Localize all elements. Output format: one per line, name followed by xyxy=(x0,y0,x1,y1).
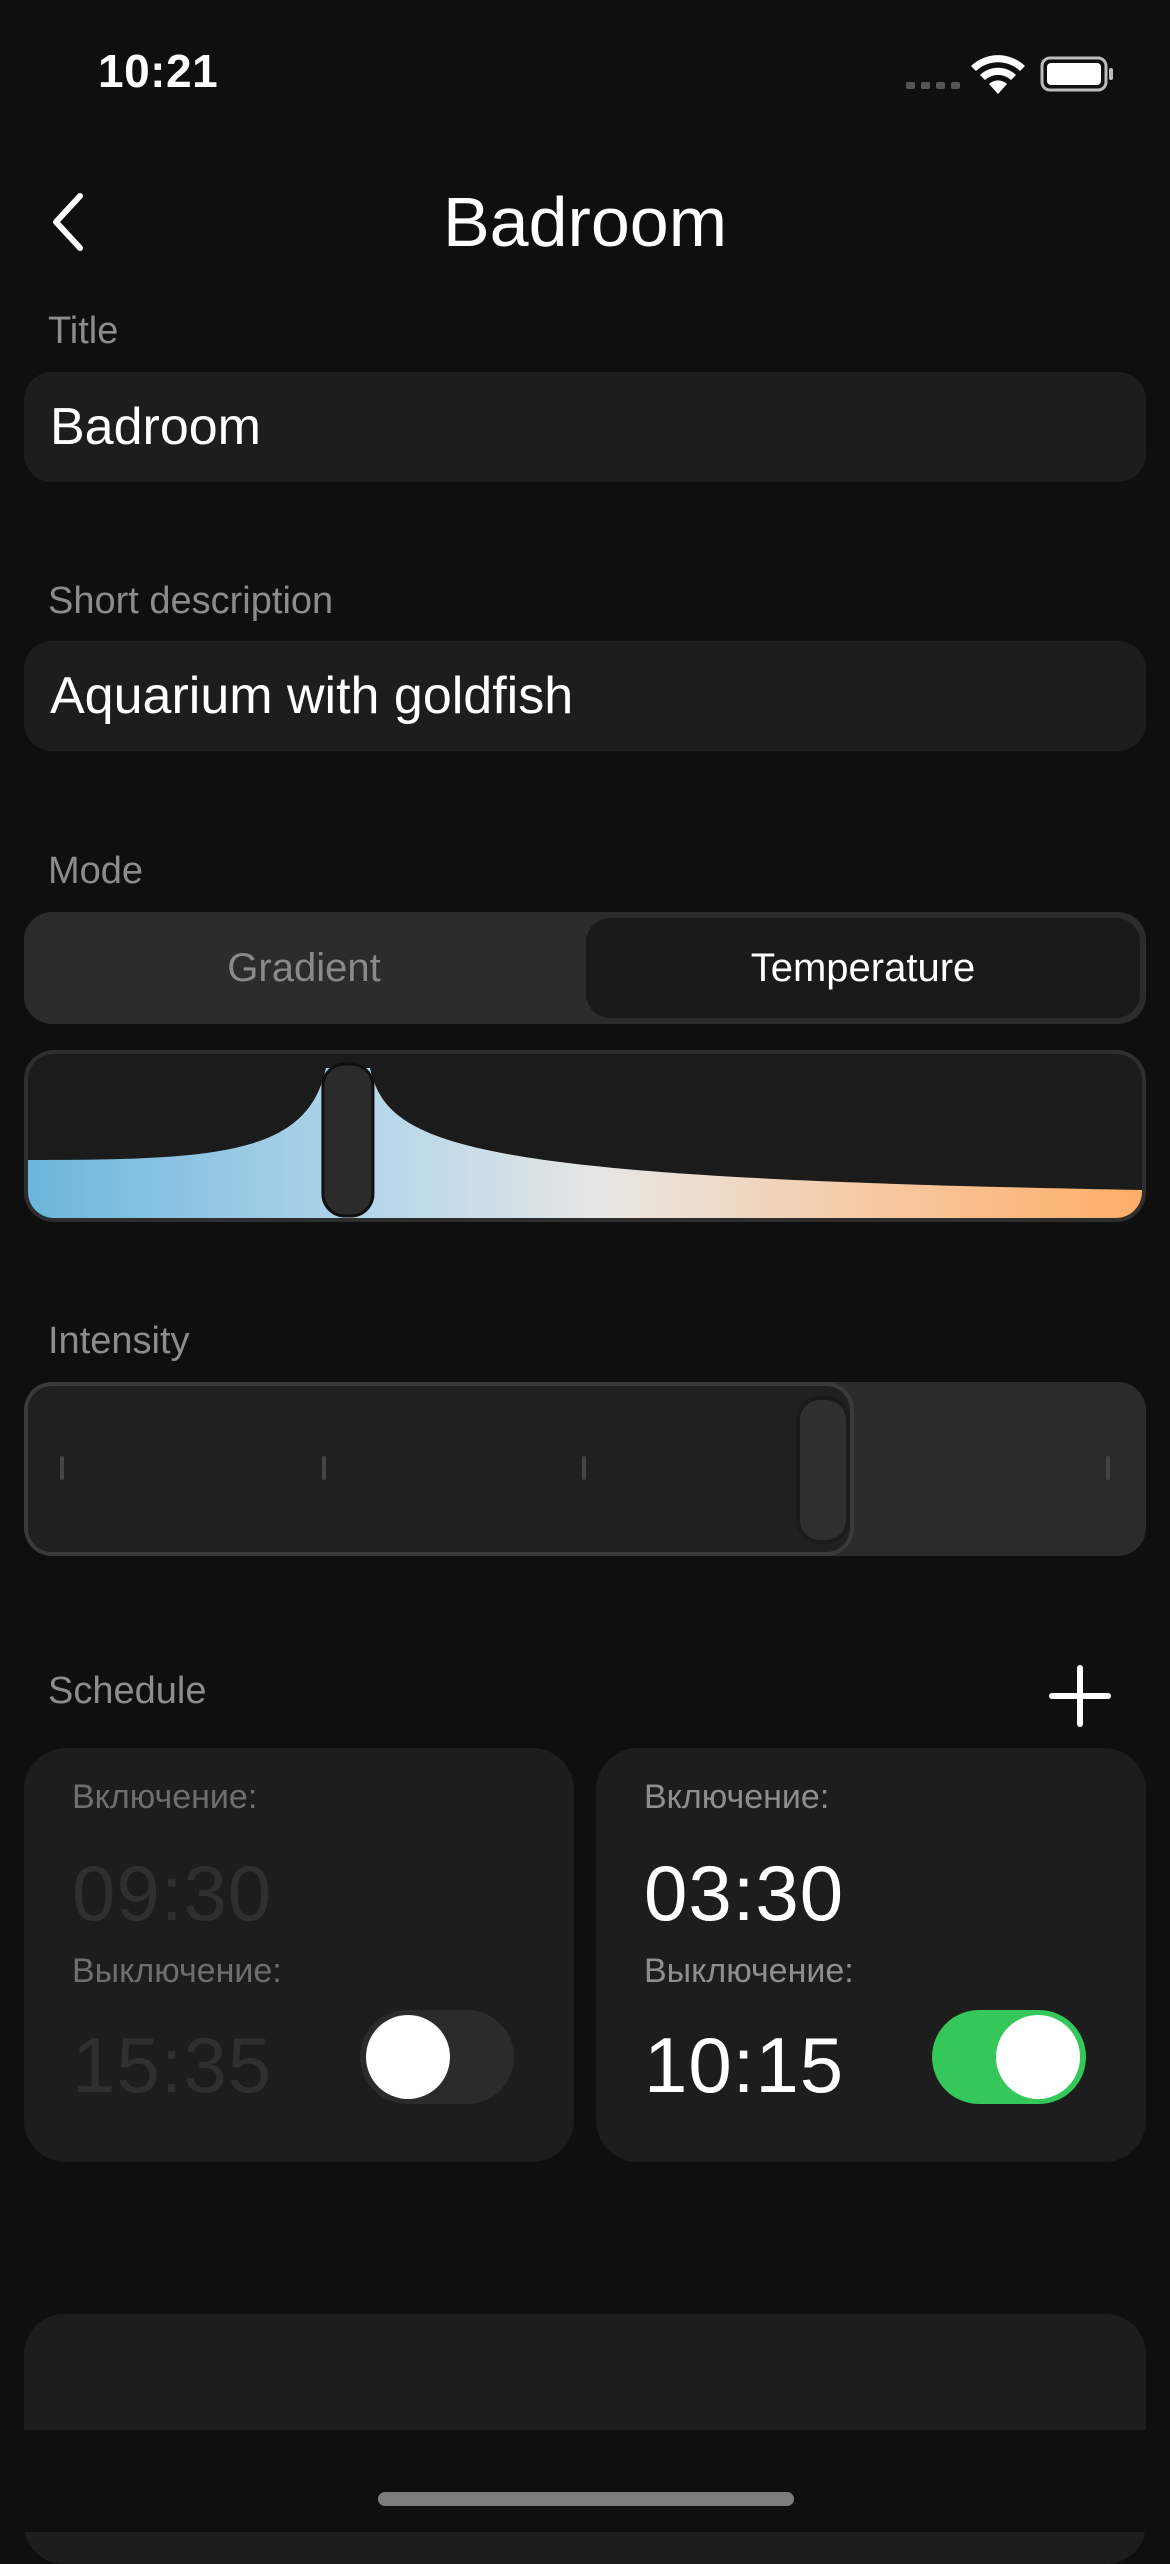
battery-icon xyxy=(1040,56,1113,92)
title-input[interactable]: Badroom xyxy=(24,372,1146,482)
cellular-signal-icon xyxy=(906,82,960,90)
schedule-label: Schedule xyxy=(48,1670,207,1712)
off-time: 15:35 xyxy=(72,2021,273,2109)
page-title: Badroom xyxy=(442,183,728,261)
mode-option-gradient[interactable]: Gradient xyxy=(24,912,584,1024)
on-label: Включение: xyxy=(644,1778,830,1816)
off-time: 10:15 xyxy=(644,2021,845,2109)
schedule-card[interactable]: Включение: 03:30 Выключение: 10:15 xyxy=(596,1748,1146,2162)
intensity-label: Intensity xyxy=(48,1320,190,1362)
temperature-gradient xyxy=(28,1062,1142,1218)
intensity-tick xyxy=(60,1456,64,1480)
on-time: 03:30 xyxy=(644,1849,845,1937)
home-indicator xyxy=(378,2492,794,2506)
short-description-label: Short description xyxy=(48,580,334,622)
on-time: 09:30 xyxy=(72,1849,273,1937)
short-description-input[interactable]: Aquarium with goldfish xyxy=(24,641,1146,751)
mode-segmented-control: Gradient Temperature xyxy=(24,912,1146,1024)
off-label: Выключение: xyxy=(644,1952,854,1990)
intensity-tick xyxy=(322,1456,326,1480)
wifi-icon xyxy=(971,55,1025,94)
schedule-card[interactable]: Включение: 09:30 Выключение: 15:35 xyxy=(24,1748,574,2162)
bottom-safe-area xyxy=(0,2430,1170,2532)
status-time: 10:21 xyxy=(98,45,219,97)
intensity-tick xyxy=(1106,1456,1110,1480)
toggle-knob xyxy=(366,2015,450,2099)
intensity-tick xyxy=(582,1456,586,1480)
intensity-knob[interactable] xyxy=(796,1396,850,1544)
intensity-slider[interactable] xyxy=(24,1382,1146,1556)
schedule-toggle[interactable] xyxy=(360,2010,514,2104)
off-label: Выключение: xyxy=(72,1952,282,1990)
mode-option-temperature[interactable]: Temperature xyxy=(586,918,1140,1018)
on-label: Включение: xyxy=(72,1778,258,1816)
toggle-knob xyxy=(996,2015,1080,2099)
title-label: Title xyxy=(48,310,119,352)
mode-label: Mode xyxy=(48,850,144,892)
intensity-fill xyxy=(24,1382,854,1556)
temperature-slider[interactable] xyxy=(24,1050,1146,1222)
schedule-toggle[interactable] xyxy=(932,2010,1086,2104)
add-schedule-icon[interactable] xyxy=(1048,1664,1112,1728)
